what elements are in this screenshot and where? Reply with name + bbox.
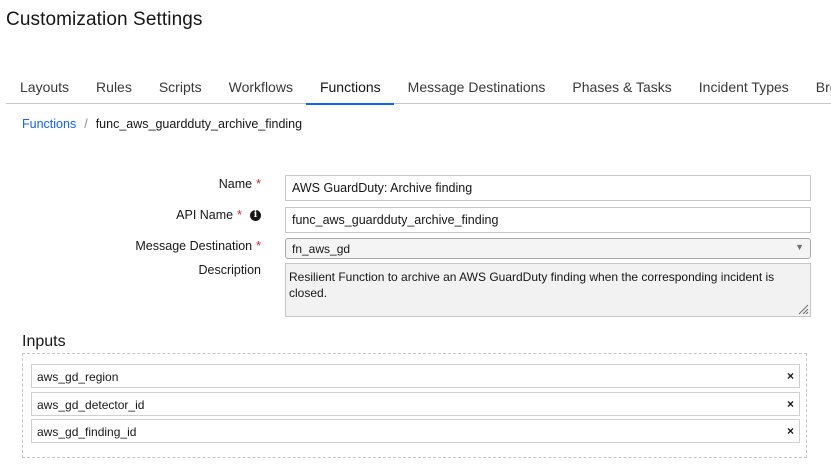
input-chip-label: aws_gd_finding_id [37,425,137,439]
inputs-drop-zone[interactable]: aws_gd_region × aws_gd_detector_id × aws… [22,353,807,458]
input-chip-label: aws_gd_detector_id [37,398,145,412]
tab-message-destinations[interactable]: Message Destinations [394,72,559,104]
description-label: Description [198,263,261,277]
message-destination-select[interactable]: fn_aws_gd ▼ [285,238,811,259]
input-chip-label: aws_gd_region [37,370,119,384]
tab-breach[interactable]: Breach [802,72,831,104]
tab-incident-types[interactable]: Incident Types [685,72,802,104]
name-field[interactable]: AWS GuardDuty: Archive finding [285,175,811,201]
message-destination-label: Message Destination * [135,239,261,253]
api-name-field[interactable]: func_aws_guardduty_archive_finding [285,207,811,233]
description-textarea[interactable]: Resilient Function to archive an AWS Gua… [285,263,811,317]
chevron-down-icon: ▼ [795,242,804,252]
page-title: Customization Settings [6,9,203,30]
tab-bar: Layouts Rules Scripts Workflows Function… [6,72,831,105]
tab-layouts[interactable]: Layouts [6,72,82,104]
input-chip-aws-gd-detector-id[interactable]: aws_gd_detector_id × [31,392,800,416]
close-icon[interactable]: × [787,424,794,438]
description-text: Resilient Function to archive an AWS Gua… [289,270,775,300]
required-mark: * [256,239,261,253]
tab-functions[interactable]: Functions [305,72,394,105]
breadcrumb-functions-link[interactable]: Functions [22,117,76,131]
breadcrumb-separator: / [84,117,88,131]
message-destination-value: fn_aws_gd [292,242,351,256]
required-mark: * [237,208,242,222]
resize-grip-icon[interactable] [797,303,809,315]
breadcrumb-current: func_aws_guardduty_archive_finding [95,117,303,131]
tab-rules[interactable]: Rules [82,72,145,104]
breadcrumb: Functions / func_aws_guardduty_archive_f… [22,117,302,131]
close-icon[interactable]: × [787,369,794,383]
name-label: Name * [218,177,261,191]
api-name-label: API Name * i [176,208,261,222]
tab-phases-tasks[interactable]: Phases & Tasks [558,72,684,104]
required-mark: * [256,177,261,191]
input-chip-aws-gd-finding-id[interactable]: aws_gd_finding_id × [31,419,800,443]
tab-workflows[interactable]: Workflows [215,72,306,104]
info-icon[interactable]: i [250,209,261,221]
tab-scripts[interactable]: Scripts [145,72,215,104]
inputs-section-title: Inputs [22,333,66,350]
input-chip-aws-gd-region[interactable]: aws_gd_region × [31,364,800,388]
close-icon[interactable]: × [787,397,794,411]
